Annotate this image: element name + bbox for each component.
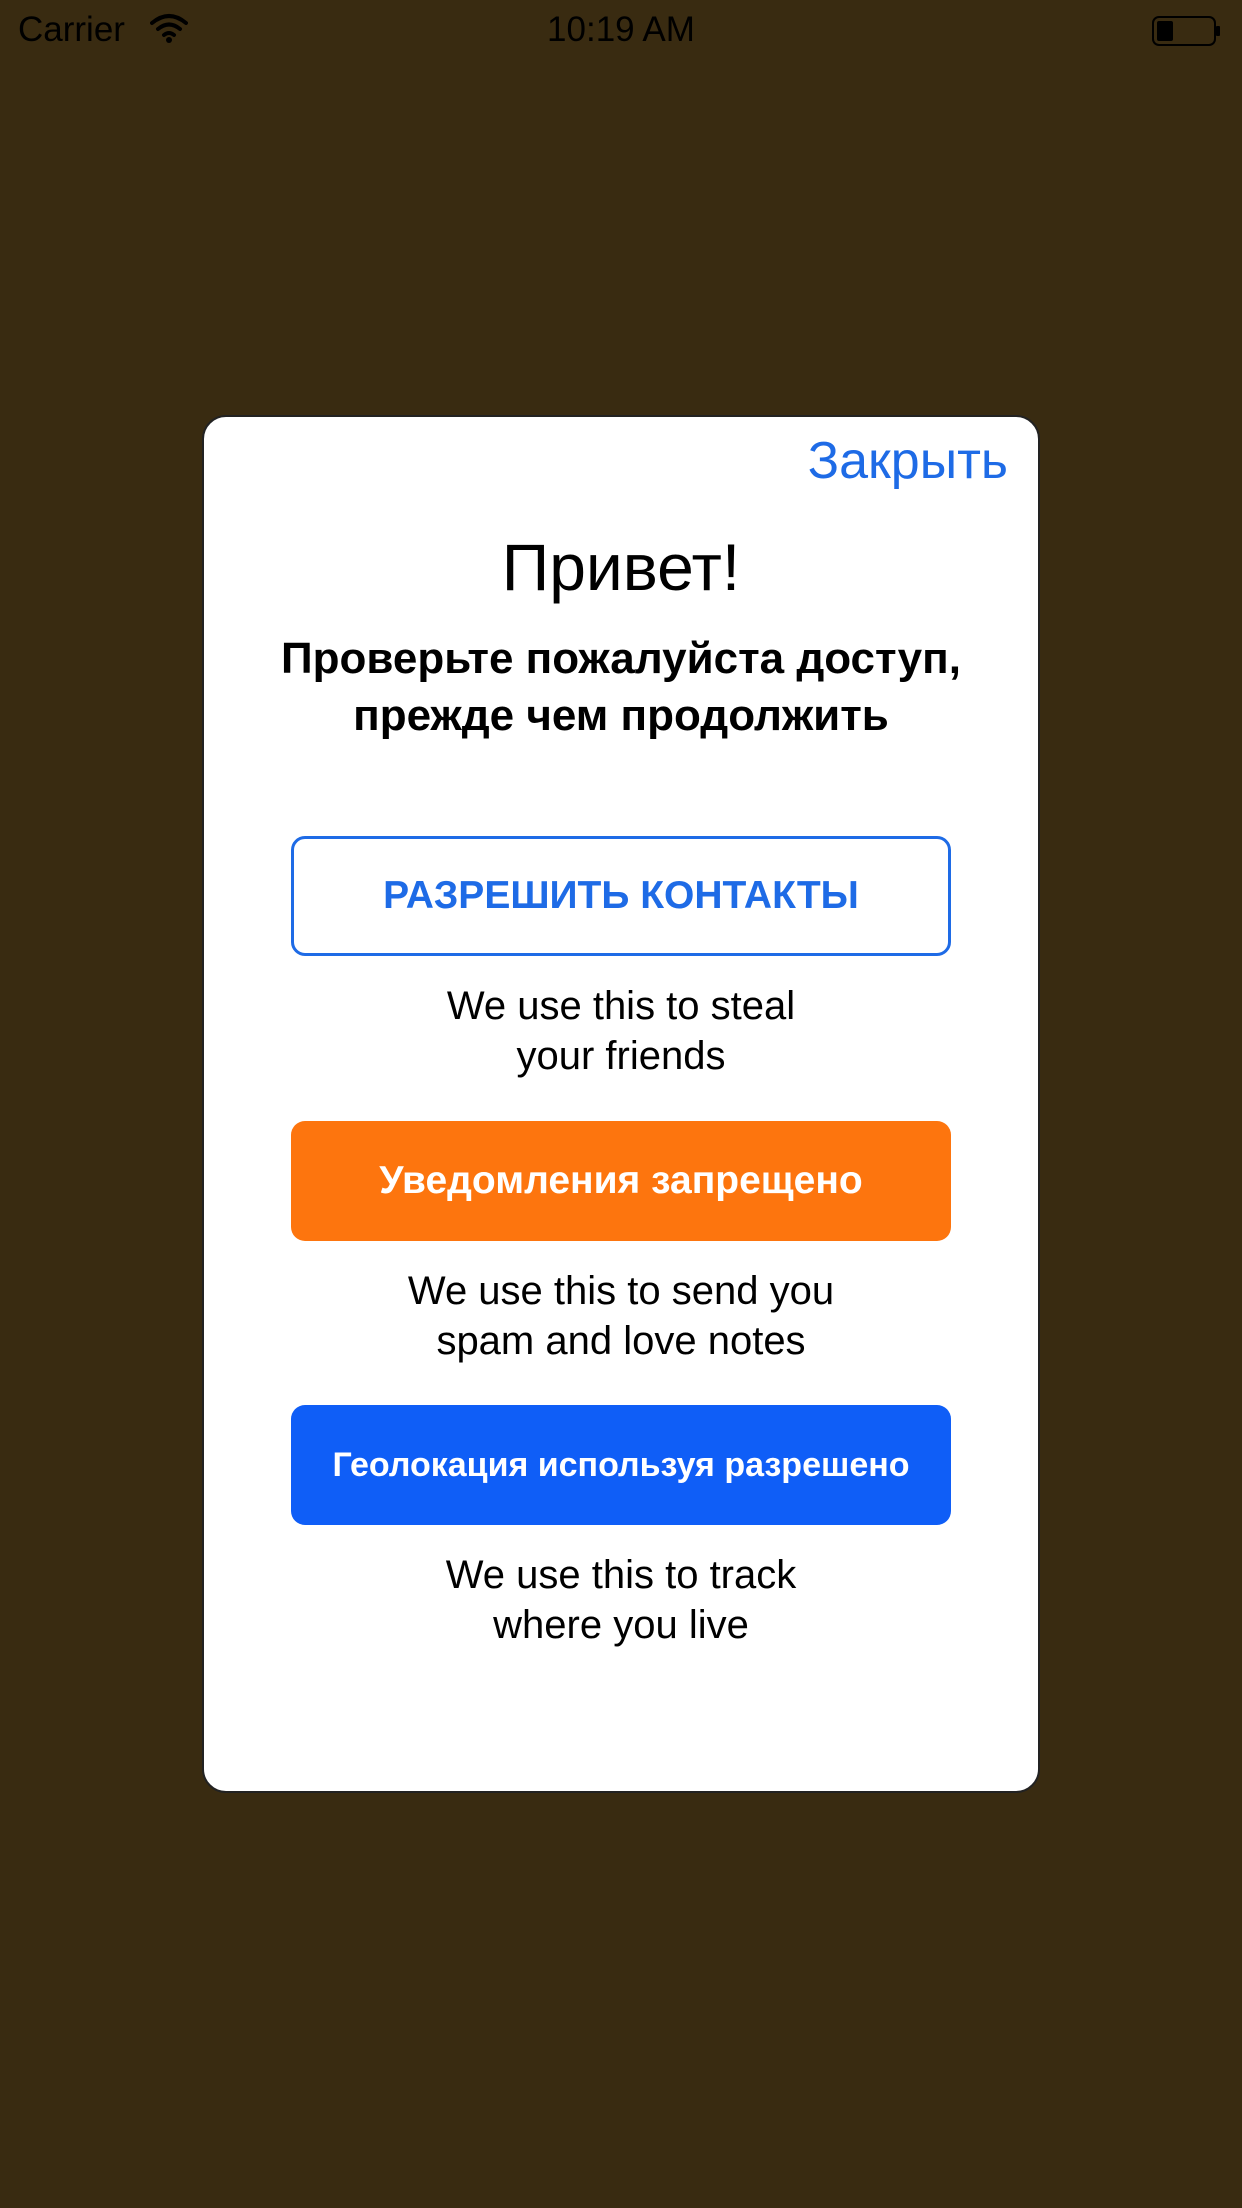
location-description-line-1: We use this to track [445, 1553, 797, 1597]
notifications-description-line-1: We use this to send you [407, 1269, 835, 1313]
contacts-description: We use this to steal your friends [264, 981, 978, 1081]
dialog-subtitle: Проверьте пожалуйста доступ, прежде чем … [281, 634, 961, 740]
dialog-greeting: Привет! [501, 530, 741, 604]
permissions-dialog: Закрыть Привет! Проверьте пожалуйста дос… [202, 415, 1040, 1793]
notifications-description-line-2: spam and love notes [436, 1319, 806, 1363]
close-button[interactable]: Закрыть [808, 429, 1008, 493]
location-description-line-2: where you live [493, 1603, 749, 1647]
status-time: 10:19 AM [547, 10, 695, 49]
location-description: We use this to track where you live [264, 1550, 978, 1650]
contacts-description-line-2: your friends [516, 1034, 726, 1078]
notifications-description: We use this to send you spam and love no… [264, 1266, 978, 1366]
contacts-description-line-1: We use this to steal [446, 984, 796, 1028]
location-button[interactable]: Геолокация используя разрешено [291, 1405, 951, 1525]
status-bar: Carrier 10:19 AM [0, 0, 1242, 60]
notifications-button[interactable]: Уведомления запрещено [291, 1121, 951, 1241]
allow-contacts-button[interactable]: РАЗРЕШИТЬ КОНТАКТЫ [291, 836, 951, 956]
battery-icon [1152, 16, 1222, 46]
